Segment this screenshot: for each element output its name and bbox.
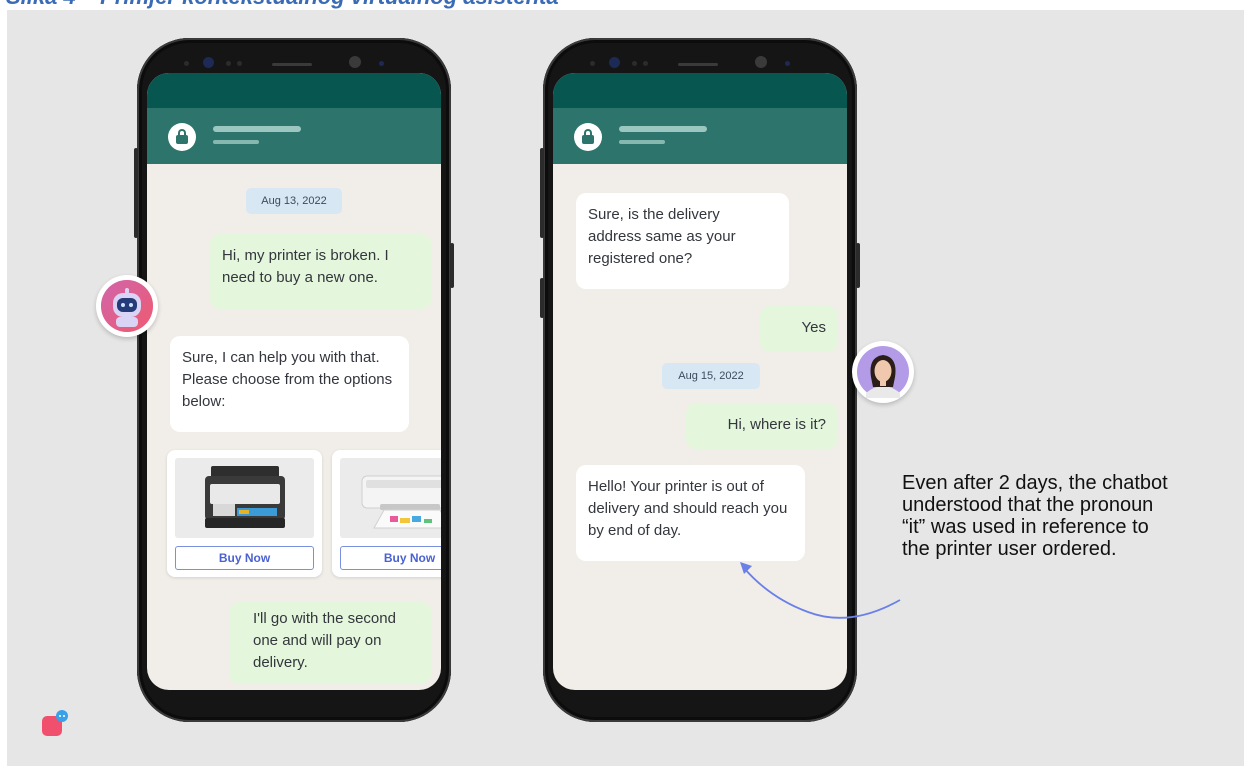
- message-in: Sure, is the delivery address same as yo…: [576, 193, 789, 289]
- volume-button: [540, 148, 544, 238]
- front-camera: [609, 57, 620, 68]
- message-out: Hi, my printer is broken. I need to buy …: [210, 234, 431, 309]
- annotation-arrow: [740, 562, 901, 619]
- status-bar: [147, 73, 441, 108]
- figure-heading: Slika 4 – Primjer kontekstualnog virtual…: [0, 0, 1244, 10]
- product-card: Buy Now: [167, 450, 322, 577]
- iris-scanner: [349, 56, 361, 68]
- contact-status-placeholder: [619, 140, 665, 144]
- annotation-text: Even after 2 days, the chatbot understoo…: [902, 472, 1168, 560]
- front-camera: [203, 57, 214, 68]
- earpiece-speaker: [272, 63, 312, 66]
- message-out: I'll go with the second one and will pay…: [229, 602, 431, 684]
- chat-screen-left: Aug 13, 2022 Hi, my printer is broken. I…: [147, 73, 441, 690]
- buy-now-button[interactable]: Buy Now: [340, 546, 441, 570]
- power-button: [856, 243, 860, 288]
- contact-name-placeholder: [213, 126, 301, 132]
- message-in: Hello! Your printer is out of delivery a…: [576, 465, 805, 561]
- date-chip: Aug 15, 2022: [662, 363, 760, 389]
- printer-image: [340, 458, 441, 538]
- sensor-dot: [226, 61, 231, 66]
- iris-scanner: [755, 56, 767, 68]
- sensor-dot: [237, 61, 242, 66]
- date-chip: Aug 13, 2022: [246, 188, 342, 214]
- woman-avatar-icon: [852, 341, 914, 403]
- sensor-dot: [632, 61, 637, 66]
- sensor-dot: [379, 61, 384, 66]
- bixby-button: [540, 278, 544, 318]
- volume-button: [134, 148, 138, 238]
- earpiece-speaker: [678, 63, 718, 66]
- chat-header: [553, 108, 847, 164]
- printer-image: [175, 458, 314, 538]
- contact-status-placeholder: [213, 140, 259, 144]
- message-out: Hi, where is it?: [686, 403, 838, 449]
- chat-logo-icon: [42, 710, 68, 736]
- phone-left: Aug 13, 2022 Hi, my printer is broken. I…: [134, 38, 454, 722]
- lock-icon[interactable]: [168, 123, 196, 151]
- chat-header: [147, 108, 441, 164]
- sensor-dot: [184, 61, 189, 66]
- contact-name-placeholder: [619, 126, 707, 132]
- robot-avatar-icon: [96, 275, 158, 337]
- lock-icon[interactable]: [574, 123, 602, 151]
- sensor-dot: [643, 61, 648, 66]
- sensor-dot: [785, 61, 790, 66]
- message-out: Yes: [760, 306, 838, 352]
- figure-heading-text: Slika 4 – Primjer kontekstualnog virtual…: [6, 0, 559, 9]
- buy-now-button[interactable]: Buy Now: [175, 546, 314, 570]
- product-card: Buy Now: [332, 450, 441, 577]
- power-button: [450, 243, 454, 288]
- sensor-dot: [590, 61, 595, 66]
- status-bar: [553, 73, 847, 108]
- message-in: Sure, I can help you with that. Please c…: [170, 336, 409, 432]
